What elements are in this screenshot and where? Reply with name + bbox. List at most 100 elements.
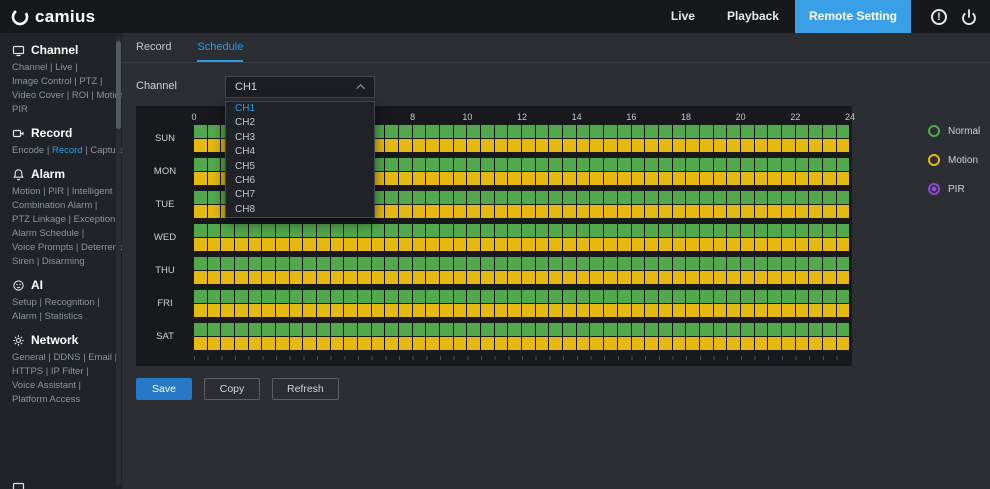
schedule-cell-normal[interactable]	[317, 224, 330, 237]
schedule-cell-normal[interactable]	[577, 125, 590, 138]
schedule-cell-motion[interactable]	[467, 271, 480, 284]
schedule-cell-normal[interactable]	[782, 158, 795, 171]
schedule-cell-normal[interactable]	[385, 191, 398, 204]
schedule-cell-motion[interactable]	[714, 172, 727, 185]
schedule-cell-normal[interactable]	[290, 224, 303, 237]
schedule-cell-normal[interactable]	[495, 158, 508, 171]
schedule-cell-motion[interactable]	[768, 337, 781, 350]
schedule-cell-motion[interactable]	[741, 238, 754, 251]
schedule-cell-normal[interactable]	[385, 224, 398, 237]
schedule-cell-normal[interactable]	[577, 224, 590, 237]
schedule-cell-motion[interactable]	[290, 337, 303, 350]
schedule-cell-normal[interactable]	[331, 290, 344, 303]
schedule-cell-motion[interactable]	[276, 271, 289, 284]
schedule-cell-normal[interactable]	[440, 191, 453, 204]
schedule-cell-motion[interactable]	[700, 172, 713, 185]
schedule-cell-motion[interactable]	[755, 238, 768, 251]
schedule-cell-normal[interactable]	[727, 257, 740, 270]
schedule-cell-motion[interactable]	[604, 238, 617, 251]
schedule-cell-normal[interactable]	[221, 224, 234, 237]
schedule-cell-normal[interactable]	[522, 290, 535, 303]
schedule-cell-normal[interactable]	[358, 323, 371, 336]
schedule-cell-motion[interactable]	[755, 172, 768, 185]
schedule-cell-motion[interactable]	[673, 337, 686, 350]
schedule-cell-normal[interactable]	[700, 257, 713, 270]
schedule-cell-normal[interactable]	[659, 290, 672, 303]
schedule-cell-motion[interactable]	[536, 337, 549, 350]
motion-radio-icon[interactable]	[928, 154, 940, 166]
schedule-cell-motion[interactable]	[673, 139, 686, 152]
schedule-cell-normal[interactable]	[194, 257, 207, 270]
sidebar-links-line[interactable]: Alarm Schedule |	[12, 227, 122, 241]
schedule-cell-motion[interactable]	[823, 304, 836, 317]
schedule-cell-motion[interactable]	[782, 238, 795, 251]
schedule-cell-motion[interactable]	[577, 139, 590, 152]
schedule-cell-normal[interactable]	[659, 158, 672, 171]
schedule-cell-motion[interactable]	[331, 304, 344, 317]
schedule-cell-motion[interactable]	[727, 304, 740, 317]
schedule-cell-motion[interactable]	[590, 238, 603, 251]
tab-record[interactable]: Record	[136, 41, 171, 62]
schedule-cell-normal[interactable]	[618, 191, 631, 204]
schedule-cell-motion[interactable]	[700, 304, 713, 317]
schedule-cell-normal[interactable]	[714, 290, 727, 303]
schedule-cell-normal[interactable]	[727, 224, 740, 237]
schedule-cell-normal[interactable]	[823, 224, 836, 237]
schedule-cell-normal[interactable]	[208, 158, 221, 171]
schedule-cell-normal[interactable]	[659, 323, 672, 336]
schedule-cell-motion[interactable]	[290, 304, 303, 317]
schedule-cell-motion[interactable]	[686, 337, 699, 350]
sidebar-links-line[interactable]: Voice Assistant |	[12, 379, 122, 393]
sidebar-links-line[interactable]: Voice Prompts | Deterrence |	[12, 241, 122, 255]
legend-item-pir[interactable]: PIR	[928, 183, 980, 195]
schedule-cell-motion[interactable]	[536, 238, 549, 251]
schedule-cell-motion[interactable]	[495, 238, 508, 251]
schedule-cell-motion[interactable]	[372, 238, 385, 251]
schedule-cell-normal[interactable]	[577, 323, 590, 336]
schedule-cell-motion[interactable]	[714, 337, 727, 350]
schedule-cell-motion[interactable]	[549, 337, 562, 350]
schedule-cell-motion[interactable]	[768, 172, 781, 185]
schedule-cell-motion[interactable]	[221, 304, 234, 317]
schedule-cell-motion[interactable]	[194, 139, 207, 152]
schedule-cell-motion[interactable]	[467, 172, 480, 185]
schedule-cell-normal[interactable]	[385, 290, 398, 303]
schedule-cell-normal[interactable]	[508, 158, 521, 171]
schedule-cell-motion[interactable]	[413, 238, 426, 251]
schedule-band-normal[interactable]	[194, 290, 850, 303]
schedule-cell-motion[interactable]	[796, 337, 809, 350]
schedule-cell-motion[interactable]	[549, 238, 562, 251]
schedule-cell-motion[interactable]	[481, 205, 494, 218]
schedule-cell-normal[interactable]	[440, 224, 453, 237]
schedule-cell-normal[interactable]	[645, 125, 658, 138]
sidebar-links-line[interactable]: General | DDNS | Email |	[12, 351, 122, 365]
schedule-cell-motion[interactable]	[700, 337, 713, 350]
save-button[interactable]: Save	[136, 378, 192, 400]
schedule-cell-motion[interactable]	[645, 304, 658, 317]
schedule-cell-normal[interactable]	[741, 158, 754, 171]
schedule-cell-normal[interactable]	[194, 323, 207, 336]
schedule-cell-normal[interactable]	[467, 125, 480, 138]
sidebar-links-line[interactable]: Video Cover | ROI | Motion |	[12, 89, 122, 103]
schedule-cell-motion[interactable]	[727, 172, 740, 185]
schedule-cell-normal[interactable]	[768, 323, 781, 336]
schedule-cell-normal[interactable]	[536, 323, 549, 336]
link-encode[interactable]: Encode |	[12, 145, 52, 156]
schedule-cell-normal[interactable]	[262, 323, 275, 336]
schedule-cell-motion[interactable]	[426, 139, 439, 152]
schedule-cell-normal[interactable]	[262, 224, 275, 237]
schedule-cell-normal[interactable]	[358, 290, 371, 303]
schedule-cell-motion[interactable]	[809, 238, 822, 251]
schedule-cell-motion[interactable]	[508, 238, 521, 251]
schedule-cell-motion[interactable]	[331, 238, 344, 251]
sidebar-links-line[interactable]: Encode | Record | Capture	[12, 144, 122, 158]
schedule-cell-motion[interactable]	[796, 172, 809, 185]
schedule-cell-normal[interactable]	[604, 191, 617, 204]
schedule-cell-normal[interactable]	[454, 290, 467, 303]
schedule-band-normal[interactable]	[194, 224, 850, 237]
schedule-cell-normal[interactable]	[755, 224, 768, 237]
schedule-cell-motion[interactable]	[276, 304, 289, 317]
schedule-cell-motion[interactable]	[727, 337, 740, 350]
schedule-cell-normal[interactable]	[508, 290, 521, 303]
schedule-cell-motion[interactable]	[467, 139, 480, 152]
